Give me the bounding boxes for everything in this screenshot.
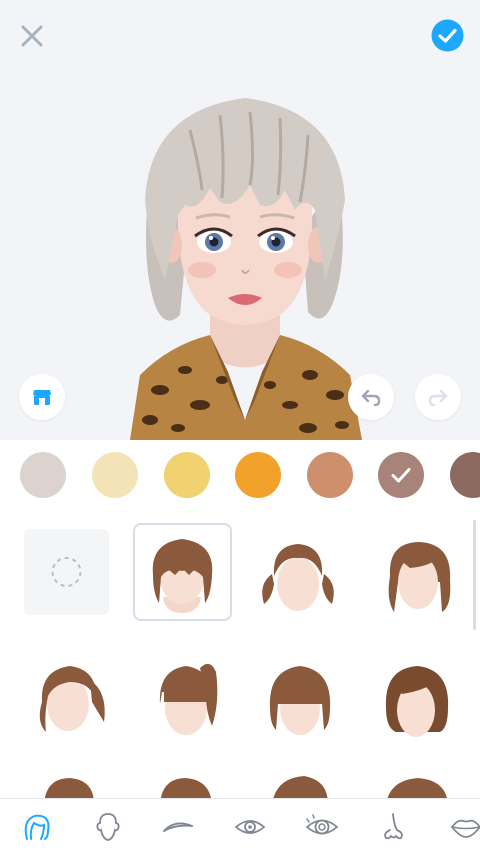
hair-thumbnail bbox=[39, 666, 105, 732]
store-icon bbox=[33, 390, 51, 405]
none-dashed-circle-icon bbox=[51, 557, 82, 587]
undo-button[interactable] bbox=[348, 374, 394, 420]
hair-style-grid bbox=[0, 512, 480, 798]
tab-hair[interactable] bbox=[16, 807, 56, 847]
hair-thumbnail bbox=[385, 666, 449, 737]
hair-style-partial[interactable] bbox=[20, 774, 116, 798]
hair-thumbnail bbox=[387, 778, 447, 798]
lips-icon bbox=[450, 819, 480, 838]
hair-style-partial[interactable] bbox=[138, 774, 234, 798]
check-circle-icon bbox=[431, 19, 464, 52]
eyebrow-icon bbox=[163, 822, 193, 832]
check-icon bbox=[391, 468, 411, 483]
hair-icon bbox=[24, 814, 50, 840]
hair-style-side-ponytail[interactable] bbox=[20, 652, 116, 748]
confirm-button[interactable] bbox=[431, 19, 464, 52]
undo-icon bbox=[361, 389, 381, 407]
redo-button[interactable] bbox=[415, 374, 461, 420]
tab-nose[interactable] bbox=[374, 807, 414, 847]
nose-icon bbox=[384, 813, 403, 840]
hair-style-partial[interactable] bbox=[252, 774, 348, 798]
category-tab-bar bbox=[0, 798, 480, 855]
close-icon bbox=[21, 25, 43, 47]
tab-face-shape[interactable] bbox=[88, 807, 128, 847]
hair-thumbnail bbox=[273, 776, 328, 798]
tab-eye[interactable] bbox=[230, 807, 270, 847]
hair-thumbnail bbox=[159, 663, 218, 735]
avatar-3d-character bbox=[130, 98, 362, 440]
hair-style-pigtails[interactable] bbox=[250, 526, 346, 622]
hair-style-bob-bangs[interactable] bbox=[252, 652, 348, 748]
hair-style-long-side-part[interactable] bbox=[370, 526, 466, 622]
hair-style-short-bob-bangs[interactable] bbox=[133, 523, 232, 621]
tab-lips[interactable] bbox=[446, 807, 480, 847]
eye-detail-icon bbox=[305, 814, 339, 835]
color-swatch[interactable] bbox=[20, 452, 66, 498]
hair-style-partial[interactable] bbox=[368, 774, 464, 798]
hair-thumbnail bbox=[269, 666, 331, 735]
hair-style-ponytail-bangs[interactable] bbox=[138, 652, 234, 748]
hair-thumbnail bbox=[152, 539, 213, 613]
hair-style-sleek-bob[interactable] bbox=[368, 652, 464, 748]
hair-style-none[interactable] bbox=[24, 529, 109, 615]
grid-scrollbar[interactable] bbox=[473, 520, 476, 630]
color-swatch[interactable] bbox=[307, 452, 353, 498]
color-swatch[interactable] bbox=[92, 452, 138, 498]
hair-thumbnail bbox=[44, 778, 94, 798]
store-button[interactable] bbox=[19, 374, 65, 420]
hair-thumbnail bbox=[262, 544, 334, 611]
redo-icon bbox=[428, 389, 448, 407]
color-swatch-selected[interactable] bbox=[378, 452, 424, 498]
close-button[interactable] bbox=[18, 22, 46, 50]
eye-icon bbox=[234, 820, 266, 834]
tab-eye-detail[interactable] bbox=[302, 807, 342, 847]
color-swatch[interactable] bbox=[235, 452, 281, 498]
tab-eyebrow[interactable] bbox=[158, 807, 198, 847]
face-shape-icon bbox=[96, 813, 120, 841]
hair-thumbnail bbox=[160, 778, 212, 798]
color-swatch[interactable] bbox=[164, 452, 210, 498]
avatar-preview bbox=[0, 0, 480, 440]
hair-thumbnail bbox=[388, 542, 451, 612]
